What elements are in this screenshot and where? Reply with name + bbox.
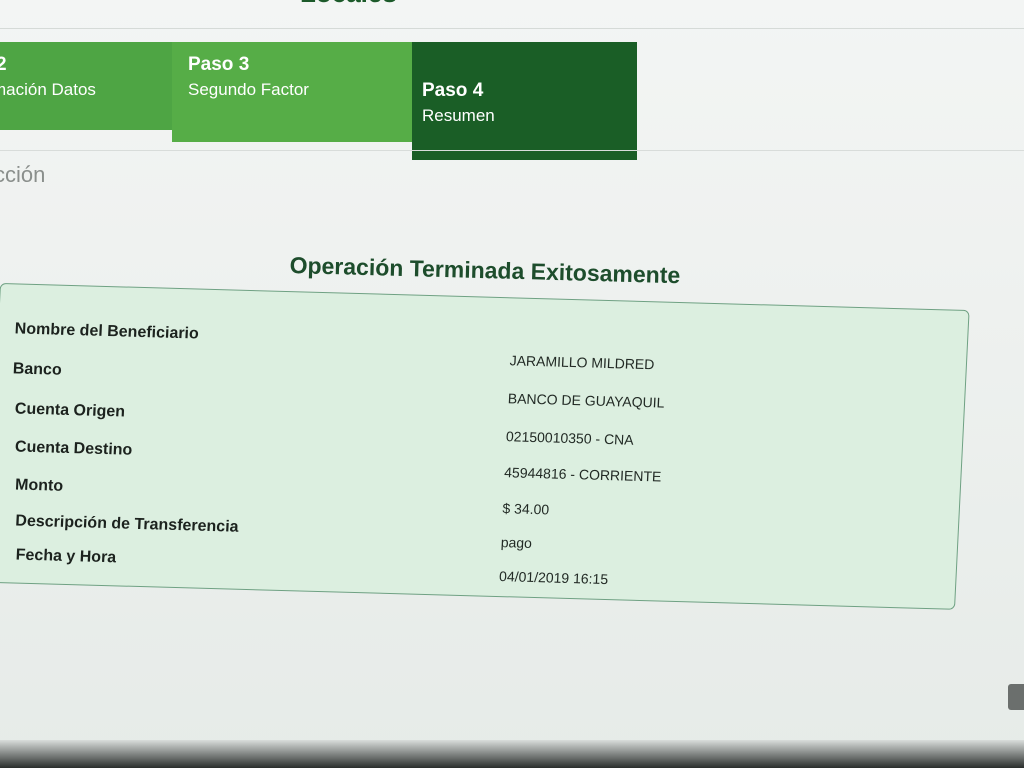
section-title: cción: [0, 162, 46, 187]
step-3-label: Segundo Factor: [188, 80, 309, 99]
step-2-number: 2: [0, 54, 7, 75]
success-headline: Operación Terminada Exitosamente: [289, 252, 681, 289]
step-2: 2 mación Datos: [0, 42, 172, 130]
step-4-label: Resumen: [422, 106, 495, 125]
screen-bezel: [0, 740, 1024, 768]
description-value: pago: [500, 534, 533, 551]
amount-label: Monto: [14, 476, 64, 495]
amount-value: $ 34.00: [502, 500, 550, 518]
bank-label: Banco: [12, 360, 63, 379]
origin-account-value: 02150010350 - CNA: [505, 428, 635, 448]
destination-account-value: 45944816 - CORRIENTE: [503, 464, 662, 485]
bank-value: BANCO DE GUAYAQUIL: [507, 390, 665, 411]
datetime-value: 04/01/2019 16:15: [498, 568, 609, 588]
page-title: Locales: [300, 0, 397, 9]
screen: Locales 2 mación Datos Paso 3 Segundo Fa…: [0, 0, 1024, 768]
step-3-number: Paso 3: [188, 54, 250, 75]
datetime-label: Fecha y Hora: [15, 546, 117, 567]
header-divider: [0, 28, 1024, 29]
beneficiary-value: JARAMILLO MILDRED: [509, 352, 655, 373]
beneficiary-label: Nombre del Beneficiario: [14, 320, 200, 343]
step-4-active: Paso 4 Resumen: [412, 42, 637, 160]
section-divider: [0, 150, 1024, 151]
transfer-summary-panel: Nombre del Beneficiario JARAMILLO MILDRE…: [0, 283, 970, 610]
partial-button[interactable]: [1008, 684, 1024, 710]
step-4-number: Paso 4: [422, 80, 484, 101]
wizard-steps: 2 mación Datos Paso 3 Segundo Factor Pas…: [0, 42, 637, 160]
step-3: Paso 3 Segundo Factor: [172, 42, 412, 142]
destination-account-label: Cuenta Destino: [14, 438, 133, 459]
origin-account-label: Cuenta Origen: [14, 400, 126, 421]
step-2-label: mación Datos: [0, 80, 96, 99]
